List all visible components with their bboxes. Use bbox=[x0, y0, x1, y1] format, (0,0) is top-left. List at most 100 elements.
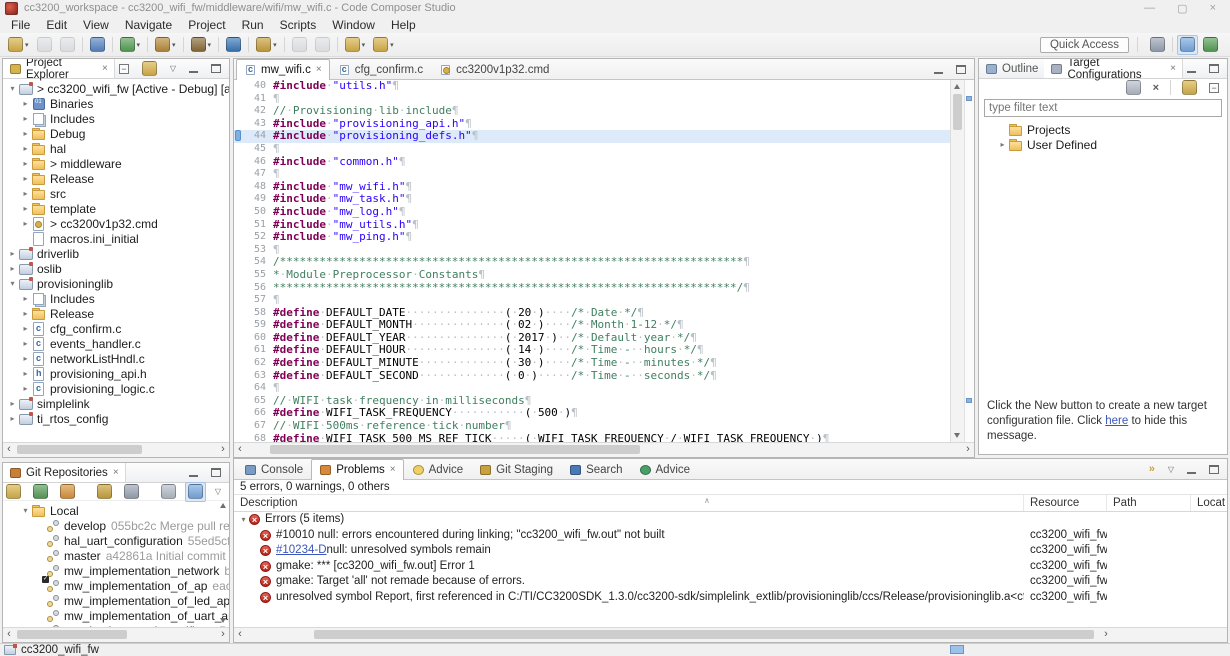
collapsed-arrow-icon[interactable]: ▸ bbox=[20, 309, 31, 318]
git-hscrollbar[interactable]: ‹ › bbox=[3, 627, 229, 642]
console-icon[interactable] bbox=[87, 35, 108, 55]
tree-item[interactable]: ▸ Release bbox=[3, 306, 229, 321]
code-line[interactable]: 58 #define·DEFAULT_DATE···············(·… bbox=[234, 307, 950, 320]
code-line[interactable]: 55 *·Module·Preprocessor·Constants¶ bbox=[234, 269, 950, 282]
code-line[interactable]: 48 #include·"mw_wifi.h"¶ bbox=[234, 181, 950, 194]
collapsed-arrow-icon[interactable]: ▸ bbox=[20, 144, 31, 153]
code-line[interactable]: 59 #define·DEFAULT_MONTH··············(·… bbox=[234, 319, 950, 332]
link-with-editor-icon[interactable] bbox=[1179, 78, 1200, 98]
code-line[interactable]: 65 //·WIFI·task·frequency·in·millisecond… bbox=[234, 395, 950, 408]
error-code-link[interactable]: #10234-D bbox=[276, 543, 327, 559]
close-icon[interactable]: × bbox=[390, 465, 396, 475]
code-line[interactable]: 63 #define·DEFAULT_SECOND·············(·… bbox=[234, 370, 950, 383]
checkout-icon[interactable] bbox=[94, 482, 115, 502]
hide-message-link[interactable]: here bbox=[1105, 415, 1128, 427]
git-branch-item[interactable]: mw_implementation_of_uart_api 71 bbox=[3, 608, 229, 623]
editor-tab-cc3200v1p32-cmd[interactable]: cc3200v1p32.cmd bbox=[431, 60, 557, 79]
tree-item[interactable]: macros.ini_initial bbox=[3, 231, 229, 246]
collapsed-arrow-icon[interactable]: ▸ bbox=[20, 384, 31, 393]
close-icon[interactable]: × bbox=[316, 65, 322, 75]
overview-annotation[interactable] bbox=[966, 398, 972, 403]
bottom-tab-git-staging[interactable]: Git Staging bbox=[471, 460, 561, 479]
expanded-arrow-icon[interactable]: ▾ bbox=[7, 84, 18, 93]
window-maximize-icon[interactable]: ▢ bbox=[1177, 2, 1187, 15]
bottom-tab-console[interactable]: Console bbox=[236, 460, 311, 479]
tree-item[interactable]: ▸ > cc3200v1p32.cmd bbox=[3, 216, 229, 231]
editor-tab-mw-wifi-c[interactable]: mw_wifi.c × bbox=[236, 59, 330, 80]
tree-item[interactable]: ▸ hal bbox=[3, 141, 229, 156]
tree-item[interactable]: ▸ template bbox=[3, 201, 229, 216]
open-perspective-icon[interactable] bbox=[1147, 35, 1168, 55]
scroll-left-icon[interactable]: ‹ bbox=[3, 443, 15, 456]
code-line[interactable]: 61 #define·DEFAULT_HOUR···············(·… bbox=[234, 344, 950, 357]
git-local-node[interactable]: ▾ Local bbox=[3, 503, 229, 518]
code-line[interactable]: 41 ¶ bbox=[234, 93, 950, 106]
collapsed-arrow-icon[interactable]: ▸ bbox=[20, 99, 31, 108]
collapse-all-icon[interactable]: − bbox=[116, 59, 132, 79]
collapsed-arrow-icon[interactable]: ▸ bbox=[7, 414, 18, 423]
collapsed-arrow-icon[interactable]: ▸ bbox=[20, 204, 31, 213]
minimize-icon[interactable] bbox=[186, 463, 201, 483]
new-target-configuration-icon[interactable] bbox=[1123, 78, 1144, 98]
expanded-arrow-icon[interactable]: ▾ bbox=[238, 512, 249, 528]
code-line[interactable]: 60 #define·DEFAULT_YEAR···············(·… bbox=[234, 332, 950, 345]
hierarchical-layout-icon[interactable] bbox=[158, 482, 179, 502]
view-menu-icon[interactable]: ▽ bbox=[1165, 459, 1177, 479]
back-icon[interactable]: ▾ bbox=[342, 35, 369, 55]
maximize-icon[interactable] bbox=[208, 463, 224, 483]
code-line[interactable]: 51 #include·"mw_utils.h"¶ bbox=[234, 219, 950, 232]
problem-row[interactable]: #10234-D null: unresolved symbols remain… bbox=[234, 543, 1227, 559]
scrollbar-thumb[interactable] bbox=[314, 630, 1094, 639]
column-header-locat[interactable]: Locat bbox=[1191, 495, 1227, 511]
close-icon[interactable]: × bbox=[1170, 63, 1176, 74]
tree-item[interactable]: ▸ events_handler.c bbox=[3, 336, 229, 351]
tree-item[interactable]: ▸ oslib bbox=[3, 261, 229, 276]
git-branch-item[interactable]: mw_implementation_of_led_api 5d bbox=[3, 593, 229, 608]
scroll-left-icon[interactable]: ‹ bbox=[234, 443, 246, 456]
pin-editor-icon[interactable] bbox=[312, 35, 333, 55]
collapsed-arrow-icon[interactable]: ▸ bbox=[20, 189, 31, 198]
menu-view[interactable]: View bbox=[75, 18, 117, 32]
bottom-tab-advice[interactable]: Advice bbox=[631, 460, 699, 479]
git-branch-item[interactable]: mw_implementation_network b5e4 bbox=[3, 563, 229, 578]
collapsed-arrow-icon[interactable]: ▸ bbox=[20, 324, 31, 333]
status-indicator-icon[interactable] bbox=[950, 645, 964, 654]
tree-item[interactable]: ▸ provisioning_api.h bbox=[3, 366, 229, 381]
bottom-tab-advice[interactable]: Advice bbox=[404, 460, 472, 479]
tree-item[interactable]: Projects bbox=[993, 122, 1227, 137]
menu-help[interactable]: Help bbox=[383, 18, 424, 32]
tree-item[interactable]: ▸ ti_rtos_config bbox=[3, 411, 229, 426]
minimize-icon[interactable] bbox=[931, 59, 946, 79]
clone-repository-icon[interactable] bbox=[30, 482, 51, 502]
code-editor[interactable]: 40 #include·"utils.h"¶ 41 ¶ 42 //·Provis… bbox=[234, 80, 950, 442]
code-line[interactable]: 52 #include·"mw_ping.h"¶ bbox=[234, 231, 950, 244]
code-line[interactable]: 46 #include·"common.h"¶ bbox=[234, 156, 950, 169]
menu-file[interactable]: File bbox=[3, 18, 38, 32]
column-header-description[interactable]: Description bbox=[234, 495, 1024, 511]
delete-icon[interactable]: × bbox=[1150, 78, 1162, 98]
expanded-arrow-icon[interactable]: ▾ bbox=[7, 279, 18, 288]
collapsed-arrow-icon[interactable]: ▸ bbox=[20, 129, 31, 138]
tree-item[interactable]: ▸ User Defined bbox=[993, 137, 1227, 152]
code-line[interactable]: 66 #define·WIFI_TASK_FREQUENCY··········… bbox=[234, 407, 950, 420]
problems-group-row[interactable]: ▾ Errors (5 items) bbox=[234, 512, 1227, 528]
scroll-right-icon[interactable]: › bbox=[1100, 628, 1112, 641]
column-header-resource[interactable]: Resource bbox=[1024, 495, 1107, 511]
code-line[interactable]: 54 /************************************… bbox=[234, 256, 950, 269]
problem-row[interactable]: unresolved symbol Report, first referenc… bbox=[234, 590, 1227, 605]
project-explorer-hscrollbar[interactable]: ‹ › bbox=[3, 442, 229, 457]
tree-item[interactable]: ▸ Includes bbox=[3, 291, 229, 306]
code-line[interactable]: 44 #include·"provisioning_defs.h"¶ bbox=[234, 130, 950, 143]
overview-annotation[interactable] bbox=[966, 96, 972, 101]
menu-navigate[interactable]: Navigate bbox=[117, 18, 180, 32]
editor-tab-cfg-confirm-c[interactable]: cfg_confirm.c bbox=[330, 60, 431, 79]
collapsed-arrow-icon[interactable]: ▸ bbox=[20, 159, 31, 168]
build-icon[interactable]: ▾ bbox=[188, 35, 215, 55]
debug-icon[interactable]: ▾ bbox=[117, 35, 144, 55]
scroll-down-icon[interactable] bbox=[220, 618, 226, 623]
code-line[interactable]: 68 #define·WIFI_TASK_500_MS_REF_TICK····… bbox=[234, 433, 950, 442]
git-branch-item[interactable]: ✓ mw_implementation_of_ap eac540 bbox=[3, 576, 229, 593]
quick-access-button[interactable]: Quick Access bbox=[1039, 36, 1129, 53]
minimize-icon[interactable] bbox=[186, 59, 201, 79]
editor-vscrollbar[interactable] bbox=[950, 80, 964, 442]
